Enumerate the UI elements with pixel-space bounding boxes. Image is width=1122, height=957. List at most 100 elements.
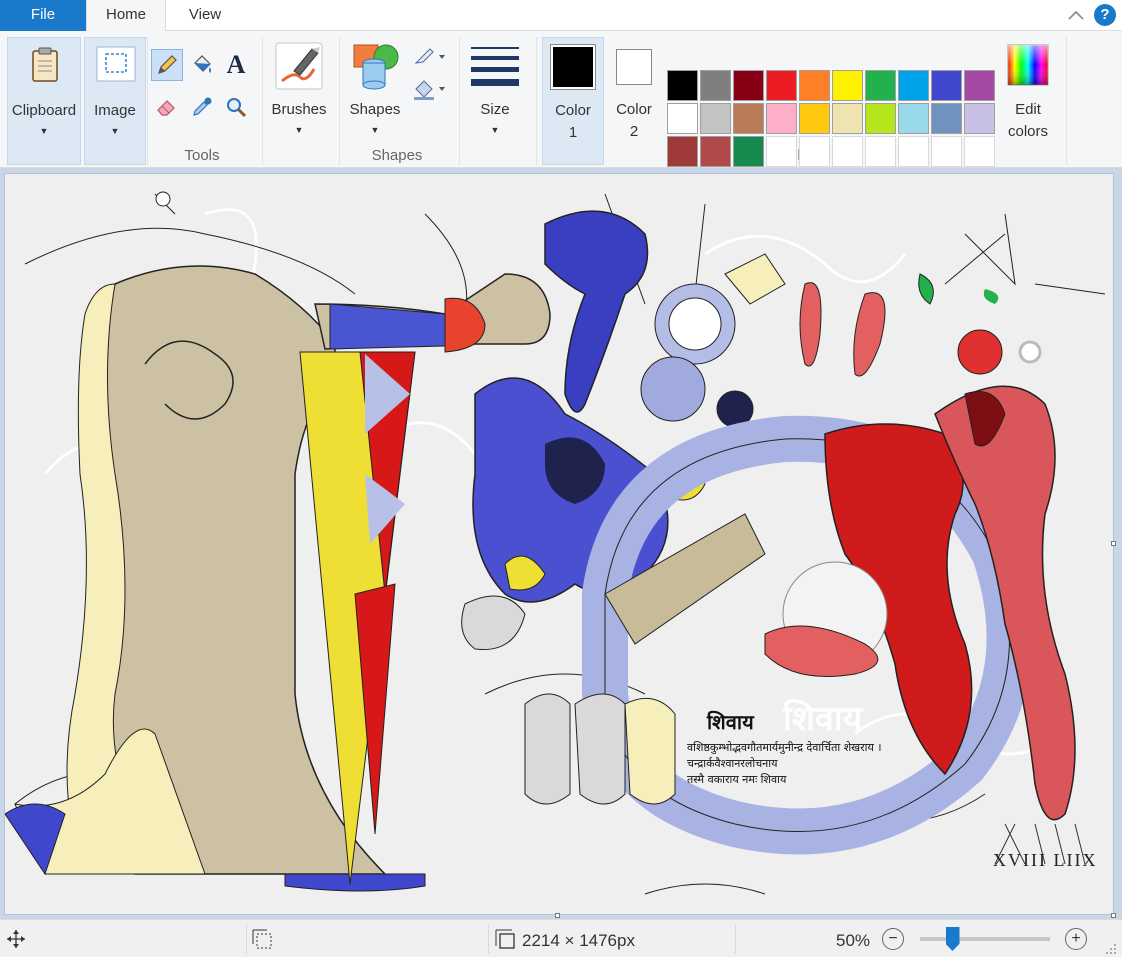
- custom-color-slot[interactable]: [931, 136, 962, 167]
- resize-handle-bottom[interactable]: [555, 913, 560, 918]
- brush-icon: [275, 42, 323, 90]
- color1-number: 1: [568, 124, 578, 141]
- chevron-down-icon: ▼: [294, 125, 304, 135]
- palette-swatch[interactable]: [766, 103, 797, 134]
- color-spectrum-icon: [1007, 44, 1049, 86]
- color1-swatch: [550, 44, 596, 90]
- text-icon: A: [226, 50, 246, 79]
- tab-home[interactable]: Home: [86, 0, 166, 32]
- custom-color-slot[interactable]: [964, 136, 995, 167]
- zoom-in-button[interactable]: +: [1065, 928, 1087, 950]
- color-picker-tool[interactable]: [186, 91, 218, 123]
- text-tool[interactable]: A: [220, 49, 252, 81]
- clipboard-icon: [32, 47, 58, 82]
- image-label: Image: [94, 102, 136, 119]
- color2-label: Color: [616, 101, 652, 118]
- palette-swatch[interactable]: [733, 103, 764, 134]
- edit-colors-button[interactable]: Edit colors: [998, 37, 1058, 165]
- palette-swatch[interactable]: [700, 70, 731, 101]
- custom-color-slot[interactable]: [865, 136, 896, 167]
- artwork-verse-line1: वशिष्ठकुम्भोद्भवगौतमार्यमुनीन्द्र देवार्…: [687, 741, 882, 754]
- artwork-verse-line2: चन्द्रार्कवैश्वानरलोचनाय: [687, 757, 778, 770]
- drawing-canvas[interactable]: शिवाय शिवाय वशिष्ठकुम्भोद्भवगौतमार्यमुनी…: [5, 174, 1113, 914]
- collapse-ribbon-icon[interactable]: [1066, 6, 1086, 24]
- palette-swatch[interactable]: [865, 70, 896, 101]
- shapes-button[interactable]: Shapes ▼: [343, 37, 407, 165]
- palette-swatch[interactable]: [832, 103, 863, 134]
- ribbon: Clipboard ▼ Image ▼ A Tools Brushes ▼ Sh…: [0, 31, 1122, 168]
- palette-swatch[interactable]: [832, 70, 863, 101]
- palette-swatch[interactable]: [700, 136, 731, 167]
- custom-color-slot[interactable]: [832, 136, 863, 167]
- palette-swatch[interactable]: [733, 70, 764, 101]
- artwork-title-ghost: शिवाय: [783, 699, 863, 739]
- image-button[interactable]: Image ▼: [84, 37, 146, 165]
- size-button[interactable]: Size ▼: [464, 37, 526, 165]
- shapes-icon: [353, 44, 399, 90]
- edit-colors-label-2: colors: [1007, 123, 1048, 140]
- palette-swatch[interactable]: [964, 70, 995, 101]
- cursor-position-icon: [7, 930, 25, 948]
- palette-swatch[interactable]: [700, 103, 731, 134]
- ribbon-tab-bar: File Home View ?: [0, 0, 1122, 32]
- magnifier-tool[interactable]: [220, 91, 252, 123]
- zoom-slider-thumb[interactable]: [945, 927, 960, 951]
- color1-label: Color: [555, 102, 591, 119]
- palette-swatch[interactable]: [799, 70, 830, 101]
- custom-color-slot[interactable]: [799, 136, 830, 167]
- shapes-label: Shapes: [349, 101, 401, 118]
- zoom-slider[interactable]: [920, 927, 1050, 951]
- help-icon[interactable]: ?: [1094, 4, 1116, 26]
- palette-swatch[interactable]: [898, 70, 929, 101]
- custom-color-slot[interactable]: [766, 136, 797, 167]
- brushes-label: Brushes: [271, 101, 327, 118]
- chevron-down-icon: ▼: [370, 125, 380, 135]
- palette-swatch[interactable]: [964, 103, 995, 134]
- palette-swatch[interactable]: [799, 103, 830, 134]
- palette-swatch[interactable]: [865, 103, 896, 134]
- pencil-tool[interactable]: [151, 49, 183, 81]
- artwork-verse-line3: तस्मै वकाराय नमः शिवाय: [687, 773, 787, 786]
- chevron-down-icon: ▼: [490, 125, 500, 135]
- eyedropper-icon: [193, 97, 212, 116]
- tools-group-label: Tools: [184, 147, 220, 164]
- fill-tool[interactable]: [186, 49, 218, 81]
- eraser-icon: [157, 100, 175, 116]
- selection-size-icon: [252, 929, 272, 949]
- custom-color-slot[interactable]: [898, 136, 929, 167]
- palette-swatch[interactable]: [667, 70, 698, 101]
- image-size-icon: [495, 929, 515, 949]
- palette-swatch[interactable]: [667, 103, 698, 134]
- palette-swatch[interactable]: [667, 136, 698, 167]
- zoom-level: 50%: [836, 931, 871, 950]
- fill-shape-button[interactable]: [410, 73, 448, 105]
- palette-swatch[interactable]: [931, 70, 962, 101]
- tab-file[interactable]: File: [0, 0, 86, 31]
- palette-swatch[interactable]: [766, 70, 797, 101]
- artwork-signature: XVIII LIIX: [993, 850, 1098, 870]
- resize-handle-right[interactable]: [1111, 541, 1116, 546]
- resize-grip-icon[interactable]: [1104, 942, 1118, 956]
- color2-swatch: [616, 49, 652, 85]
- zoom-out-button[interactable]: −: [882, 928, 904, 950]
- artwork-title: शिवाय: [707, 710, 754, 734]
- resize-handle-corner[interactable]: [1111, 913, 1116, 918]
- brushes-button[interactable]: Brushes ▼: [266, 37, 332, 165]
- palette-swatch[interactable]: [733, 136, 764, 167]
- palette-swatch[interactable]: [898, 103, 929, 134]
- workspace: शिवाय शिवाय वशिष्ठकुम्भोद्भवगौतमार्यमुनी…: [0, 169, 1122, 919]
- fill-shape-icon: [414, 80, 445, 100]
- tab-view[interactable]: View: [166, 0, 244, 31]
- clipboard-label: Clipboard: [11, 102, 77, 119]
- eraser-tool[interactable]: [151, 91, 183, 123]
- pencil-icon: [158, 55, 177, 74]
- color2-button[interactable]: Color 2: [606, 37, 662, 165]
- color2-number: 2: [629, 123, 639, 140]
- palette-swatch[interactable]: [931, 103, 962, 134]
- color1-button[interactable]: Color 1: [542, 37, 604, 165]
- clipboard-button[interactable]: Clipboard ▼: [7, 37, 81, 165]
- line-size-icon: [471, 47, 519, 86]
- fill-bucket-icon: [194, 55, 211, 73]
- outline-button[interactable]: [410, 41, 448, 73]
- edit-colors-label: Edit: [1015, 101, 1041, 118]
